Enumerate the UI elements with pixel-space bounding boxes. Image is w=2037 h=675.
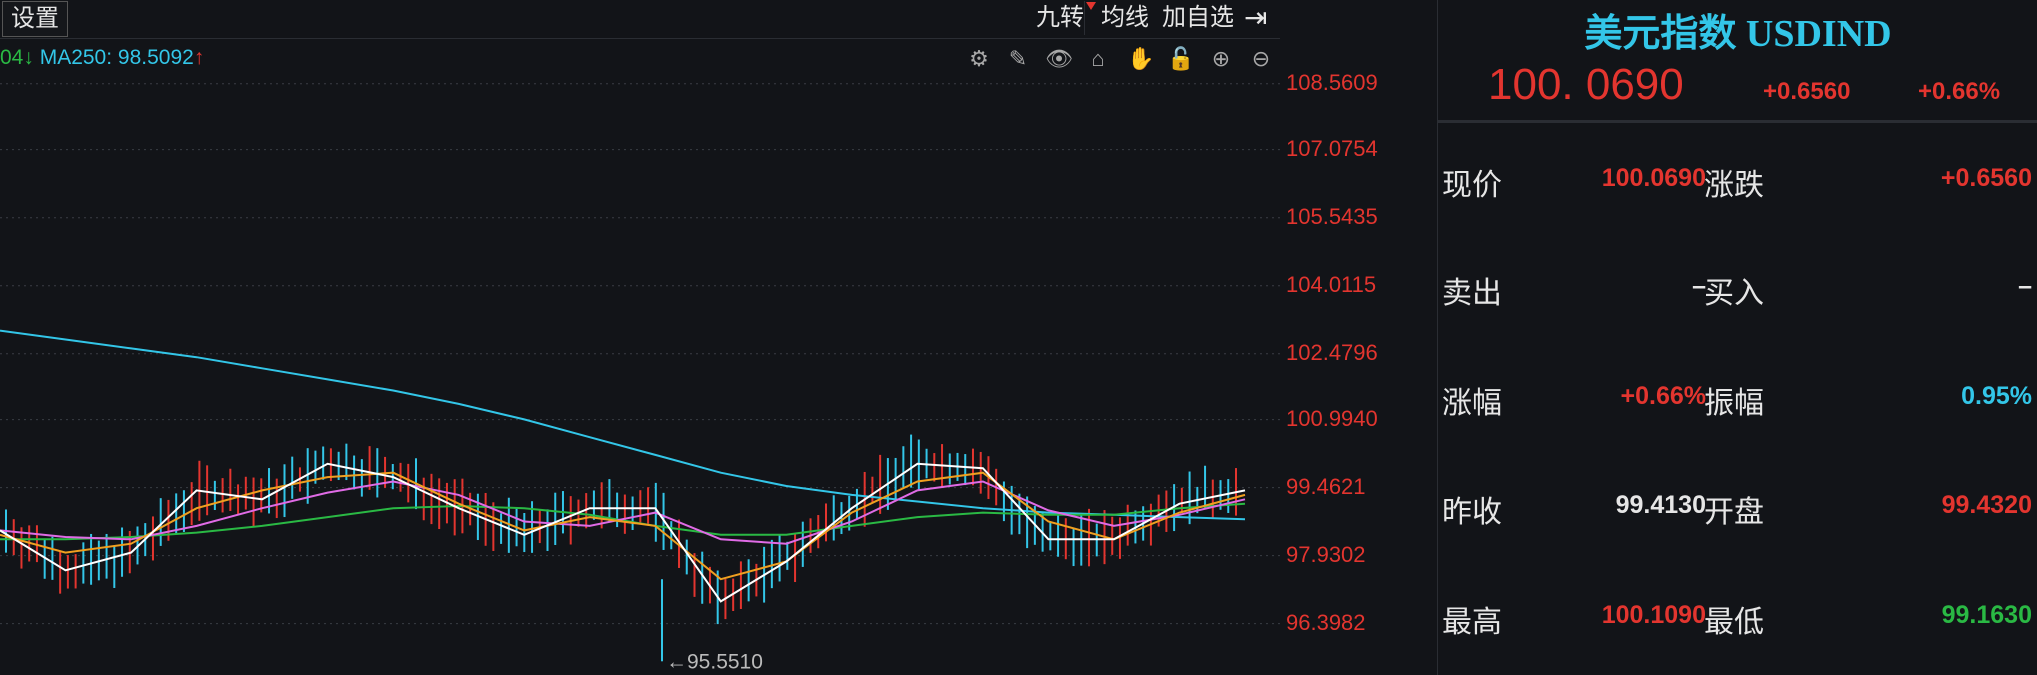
grid — [0, 83, 1280, 625]
instrument-title: 美元指数 USDIND — [1584, 13, 1892, 55]
quote-panel: 美元指数 USDIND 100. 0690 +0.6560 +0.66% 现价 1… — [1437, 0, 2037, 675]
y-tick-label: 96.3982 — [1286, 609, 1366, 635]
ma-lines — [0, 329, 1246, 603]
quote-label: 最高 — [1442, 606, 1502, 639]
last-price: 100. 0690 — [1488, 60, 1684, 109]
ma-line-ma250 — [0, 329, 1246, 521]
price-change-pct: +0.66% — [1918, 78, 2001, 105]
quote-label: 开盘 — [1704, 496, 1764, 529]
y-tick-label: 104.0115 — [1286, 271, 1377, 297]
kline-plot[interactable]: ←95.5510 — [0, 0, 1280, 675]
quote-value: 99.4130 — [1615, 491, 1706, 519]
quote-label: 振幅 — [1704, 387, 1764, 420]
y-tick-label: 102.4796 — [1286, 339, 1378, 365]
quote-value: 100.1090 — [1601, 601, 1706, 629]
min-marker: ←95.5510 — [666, 650, 763, 673]
quote-label: 买入 — [1704, 277, 1764, 310]
min-price-label: ←95.5510 — [666, 650, 763, 673]
y-tick-label: 105.5435 — [1286, 203, 1378, 229]
quote-label: 现价 — [1442, 169, 1502, 202]
quote-label: 涨幅 — [1442, 387, 1502, 420]
quote-label: 昨收 — [1442, 496, 1502, 529]
quote-value: 100.0690 — [1601, 164, 1706, 192]
quote-value: – — [2018, 272, 2032, 300]
y-tick-label: 108.5609 — [1286, 69, 1378, 95]
price-change: +0.6560 — [1763, 78, 1851, 105]
y-tick-label: 97.9302 — [1286, 541, 1366, 567]
quote-value: +0.66% — [1620, 382, 1707, 410]
quote-value: 99.1630 — [1941, 601, 2032, 629]
candles — [5, 434, 1237, 662]
divider — [1438, 120, 2037, 123]
quote-value: +0.6560 — [1940, 164, 2032, 192]
y-tick-label: 99.4621 — [1286, 473, 1366, 499]
quote-label: 最低 — [1704, 606, 1764, 639]
y-tick-label: 107.0754 — [1286, 135, 1378, 161]
quote-value: 99.4320 — [1941, 491, 2032, 519]
kline-chart-area[interactable]: 设置 九转 均线 加自选 ⇥ 04↓ MA250: 98.5092↑ ⚙ ✎ 👁… — [0, 0, 1378, 675]
y-tick-label: 100.9940 — [1286, 405, 1378, 431]
quote-label: 卖出 — [1442, 277, 1502, 310]
quote-value: 0.95% — [1961, 382, 2032, 410]
quote-label: 涨跌 — [1704, 169, 1764, 202]
